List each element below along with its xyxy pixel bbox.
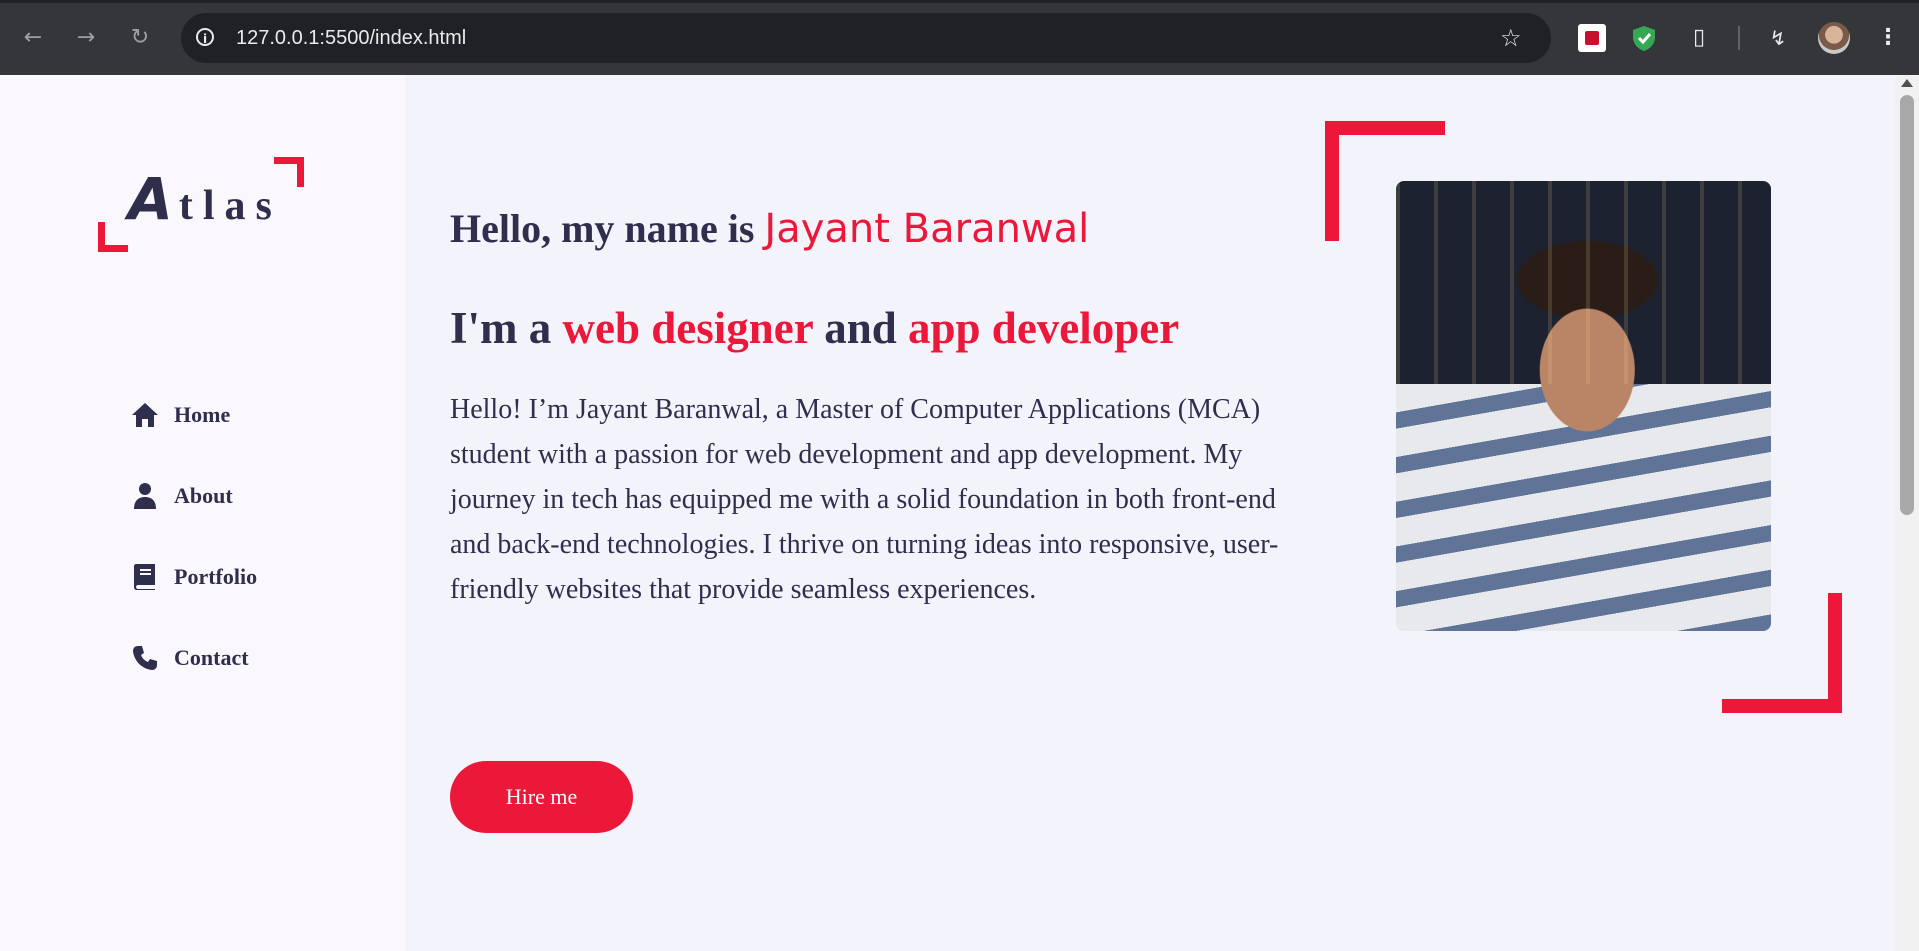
scrollbar-thumb[interactable] (1900, 95, 1914, 515)
phone-icon (130, 643, 160, 673)
sidebar-item-label: Home (174, 402, 231, 427)
browser-toolbar: ← → ↻ i 127.0.0.1:5500/index.html ☆ ▯ ↯ … (0, 0, 1919, 75)
sidebar-item-label: Portfolio (174, 564, 258, 589)
role-conjunction: and (812, 303, 908, 353)
main-content: Hello, my name is Jayant Baranwal I'm a … (405, 75, 1895, 951)
mcafee-extension-icon[interactable] (1578, 24, 1606, 52)
sidebar-item-about[interactable]: About (130, 476, 330, 516)
tab-strip (0, 0, 1919, 3)
user-icon (130, 481, 160, 511)
logo-rest: tlas (178, 183, 282, 229)
bookmark-star-icon[interactable]: ☆ (1500, 24, 1522, 52)
book-icon (130, 562, 160, 592)
logo-corner-bottom-left (98, 222, 128, 252)
role-web-designer: web designer (562, 303, 813, 353)
performance-bolt-icon[interactable]: ↯ (1764, 24, 1792, 52)
page: Atlas Home About Portfolio Contact Hello… (0, 75, 1919, 951)
logo[interactable]: Atlas (98, 157, 308, 255)
role-heading: I'm a web designer and app developer (450, 299, 1179, 357)
back-button[interactable]: ← (19, 24, 47, 52)
role-prefix: I'm a (450, 303, 563, 353)
photo-background (1396, 181, 1771, 384)
name-highlight: Jayant Baranwal (764, 206, 1090, 252)
sidebar-item-label: Contact (174, 645, 249, 670)
sidebar-item-home[interactable]: Home (130, 395, 330, 435)
greeting-text: Hello, my name is (450, 206, 765, 251)
sidebar: Atlas Home About Portfolio Contact (0, 75, 405, 951)
logo-text: Atlas (128, 169, 282, 236)
reload-button[interactable]: ↻ (126, 24, 154, 52)
sidebar-item-label: About (174, 483, 233, 508)
role-app-developer: app developer (908, 303, 1180, 353)
greeting-heading: Hello, my name is Jayant Baranwal (450, 201, 1089, 257)
shield-extension-icon[interactable] (1630, 24, 1658, 52)
toolbar-separator (1738, 26, 1740, 50)
scroll-up-arrow-icon[interactable] (1901, 79, 1913, 87)
home-icon (130, 400, 160, 430)
site-info-icon[interactable]: i (196, 28, 214, 46)
bio-paragraph: Hello! I’m Jayant Baranwal, a Master of … (450, 394, 1279, 605)
profile-photo (1396, 181, 1771, 631)
browser-menu-icon[interactable]: ⋮ (1874, 24, 1902, 52)
sidebar-item-portfolio[interactable]: Portfolio (130, 557, 330, 597)
profile-avatar[interactable] (1818, 22, 1850, 54)
forward-button[interactable]: → (72, 24, 100, 52)
url-text[interactable]: 127.0.0.1:5500/index.html (236, 24, 466, 52)
vertical-scrollbar[interactable] (1895, 75, 1919, 951)
logo-letter: A (128, 165, 179, 233)
sidebar-item-contact[interactable]: Contact (130, 638, 330, 678)
hire-me-button[interactable]: Hire me (450, 761, 633, 833)
extensions-puzzle-icon[interactable]: ▯ (1685, 24, 1713, 52)
